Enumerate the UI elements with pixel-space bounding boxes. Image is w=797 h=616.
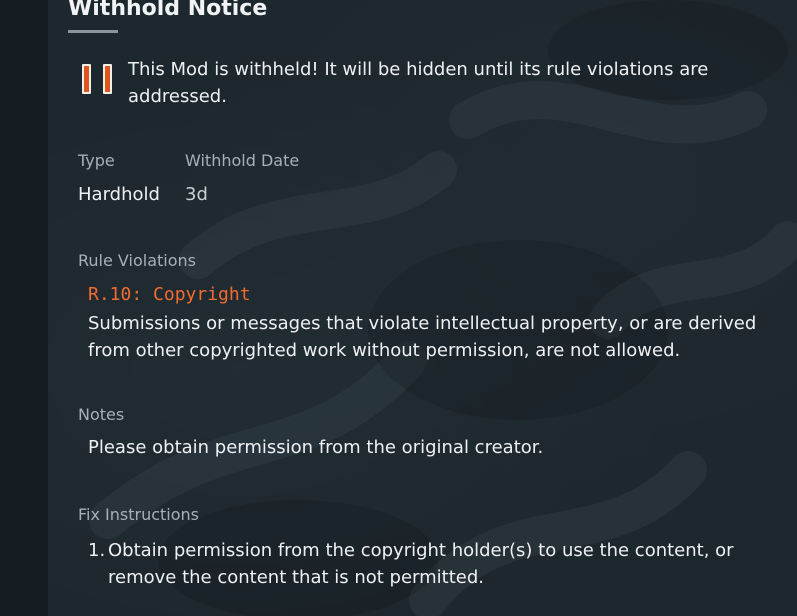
title-underline: [68, 30, 118, 33]
list-item-number: 1.: [88, 540, 106, 561]
type-value: Hardhold: [78, 184, 160, 205]
withhold-notice: This Mod is withheld! It will be hidden …: [82, 56, 782, 110]
list-item: 1. Obtain permission from the copyright …: [88, 537, 778, 591]
pause-icon: [82, 64, 112, 98]
page-title: Withhold Notice: [68, 0, 268, 21]
pause-icon-bar-left: [82, 64, 91, 94]
withhold-message: This Mod is withheld! It will be hidden …: [128, 59, 709, 107]
fix-instructions-label: Fix Instructions: [78, 505, 200, 524]
notes-label: Notes: [78, 405, 125, 424]
left-gutter: [0, 0, 48, 616]
fix-instructions-list: 1. Obtain permission from the copyright …: [88, 537, 778, 591]
type-label: Type: [78, 151, 115, 170]
withhold-panel: Withhold Notice This Mod is withheld! It…: [48, 0, 797, 616]
withhold-page: Withhold Notice This Mod is withheld! It…: [0, 0, 797, 616]
withhold-date-label: Withhold Date: [185, 151, 300, 170]
notes-text: Please obtain permission from the origin…: [88, 437, 544, 458]
rule-code: R.10: Copyright: [88, 284, 251, 305]
rule-violations-label: Rule Violations: [78, 251, 196, 270]
rule-description: Submissions or messages that violate int…: [88, 313, 757, 361]
list-item-text: Obtain permission from the copyright hol…: [108, 540, 734, 588]
withhold-date-value: 3d: [185, 184, 208, 205]
pause-icon-bar-right: [103, 64, 112, 94]
